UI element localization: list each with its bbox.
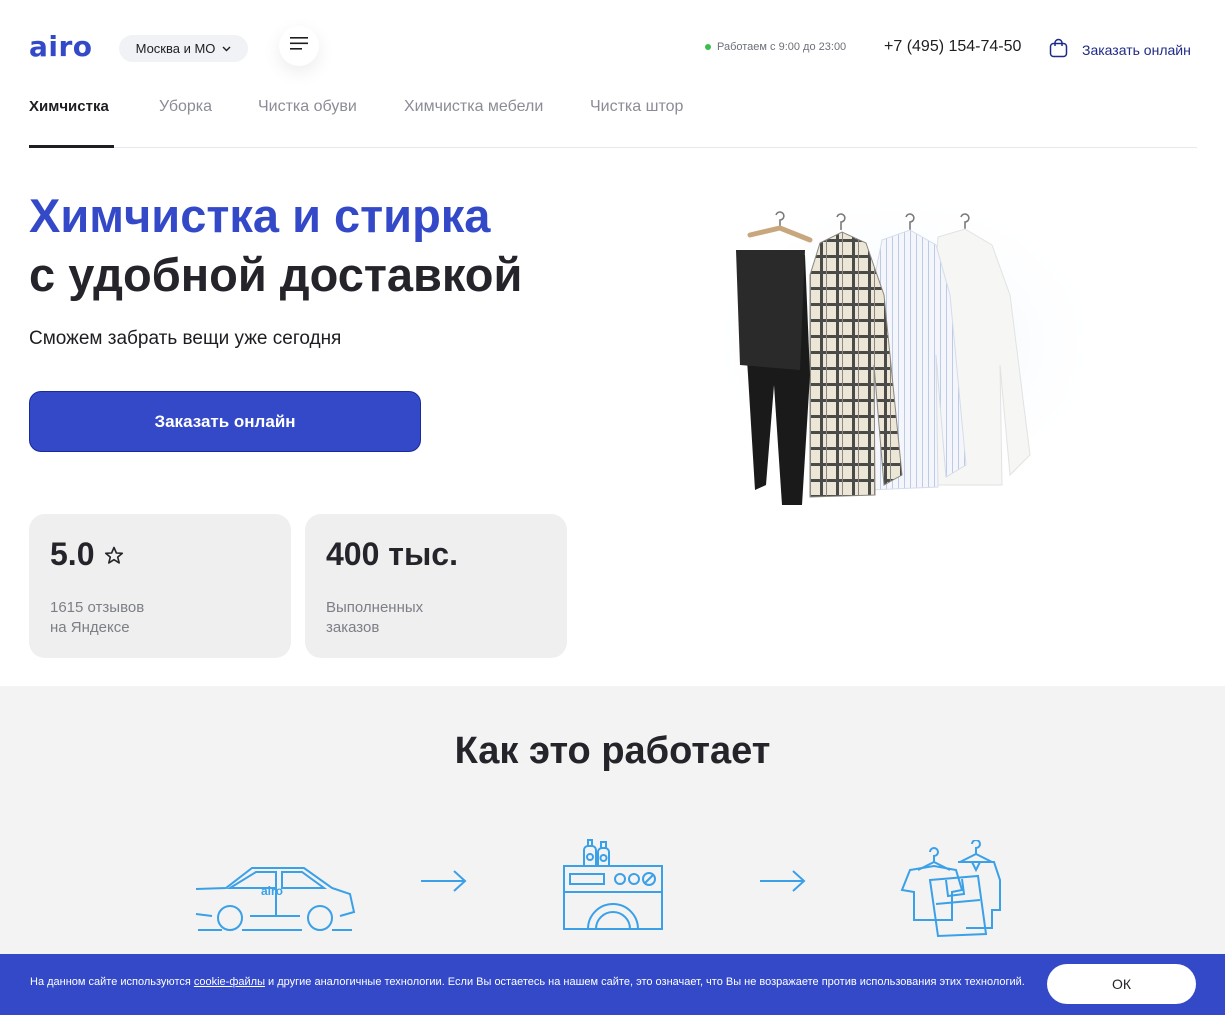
cookie-banner: На данном сайте используются cookie-файл… — [0, 954, 1225, 1015]
page: airo Москва и МО Работаем с 9:00 до 23:0… — [0, 0, 1225, 1015]
cookie-text-before: На данном сайте используются — [30, 976, 194, 988]
how-it-works-title: Как это работает — [454, 730, 771, 772]
chevron-down-icon — [222, 44, 231, 54]
star-icon — [104, 536, 124, 573]
rating-value: 5.0 — [50, 536, 95, 572]
hero-subtitle: Сможем забрать вещи уже сегодня — [29, 328, 342, 349]
car-delivery-icon: airo — [192, 864, 357, 939]
orders-caption-line1: Выполненных — [326, 599, 424, 616]
orders-caption-line2: заказов — [326, 619, 380, 636]
car-label: airo — [261, 884, 284, 898]
cookie-policy-link[interactable]: cookie-файлы — [194, 976, 265, 988]
tab-curtain-cleaning[interactable]: Чистка штор — [590, 98, 683, 116]
rating-caption-line2: на Яндексе — [50, 619, 130, 636]
clothes-rack-image — [670, 185, 1090, 525]
working-hours-text: Работаем с 9:00 до 23:00 — [717, 41, 847, 53]
arrow-right-icon — [759, 869, 807, 898]
washing-machine-icon — [562, 836, 664, 936]
arrow-right-icon — [420, 869, 468, 898]
hamburger-icon — [290, 37, 308, 55]
tab-furniture-cleaning[interactable]: Химчистка мебели — [404, 98, 543, 116]
status-dot-icon — [705, 44, 711, 50]
clean-clothes-icon — [896, 839, 1006, 945]
hero-title-line2: с удобной доставкой — [29, 248, 523, 301]
city-label: Москва и МО — [135, 41, 216, 56]
hero-order-button[interactable]: Заказать онлайн — [29, 391, 421, 452]
hero-title-line1: Химчистка и стирка — [29, 189, 491, 242]
active-tab-indicator — [29, 145, 114, 148]
logo[interactable]: airo — [29, 30, 93, 64]
cookie-text-after: и другие аналогичные технологии. Если Вы… — [264, 976, 1025, 988]
phone-link[interactable]: +7 (495) 154-74-50 — [884, 38, 1021, 56]
city-selector[interactable]: Москва и МО — [119, 35, 248, 62]
service-tabs: Химчистка Уборка Чистка обуви Химчистка … — [29, 95, 1197, 148]
rating-value-row: 5.0 — [50, 536, 124, 573]
cookie-text: На данном сайте используются cookie-файл… — [30, 976, 1025, 988]
tab-dry-cleaning[interactable]: Химчистка — [29, 98, 109, 115]
cookie-ok-button[interactable]: ОК — [1047, 964, 1196, 1004]
header: airo Москва и МО Работаем с 9:00 до 23:0… — [0, 0, 1225, 90]
header-order-button[interactable]: Заказать онлайн — [1049, 38, 1191, 61]
tab-shoe-cleaning[interactable]: Чистка обуви — [258, 98, 357, 116]
working-hours: Работаем с 9:00 до 23:00 — [705, 41, 846, 53]
rating-card: 5.0 1615 отзывов на Яндексе — [29, 514, 291, 658]
shopping-bag-icon — [1049, 38, 1068, 61]
tab-cleaning[interactable]: Уборка — [159, 98, 212, 116]
menu-button[interactable] — [279, 26, 319, 66]
header-order-label: Заказать онлайн — [1082, 41, 1191, 58]
orders-card: 400 тыс. Выполненных заказов — [305, 514, 567, 658]
rating-caption-line1: 1615 отзывов — [50, 599, 145, 616]
orders-value: 400 тыс. — [326, 536, 458, 572]
